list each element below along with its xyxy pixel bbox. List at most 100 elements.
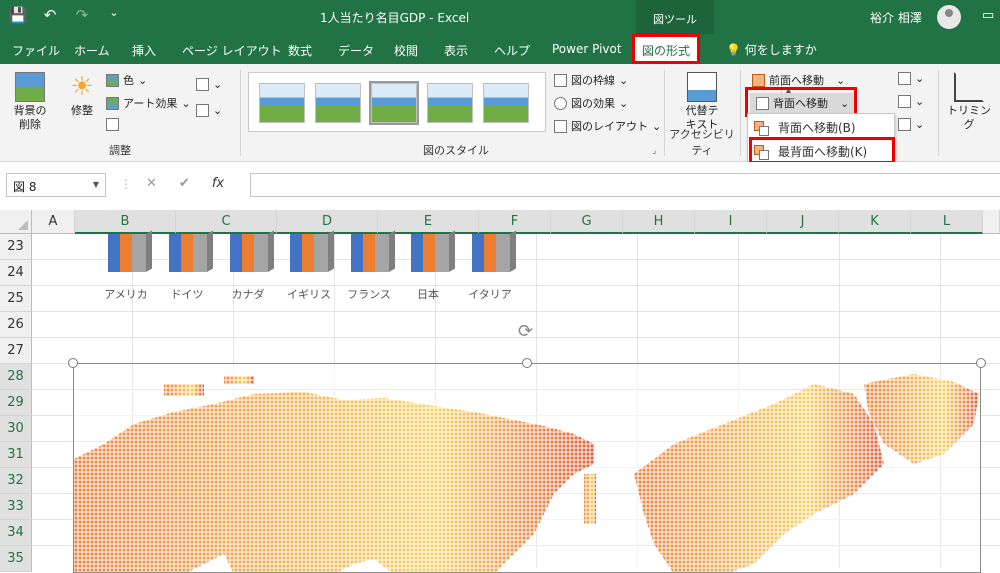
artistic-effects-button[interactable]: アート効果 ⌄ <box>106 95 191 111</box>
picture-effects-label: 図の効果 <box>571 97 615 110</box>
send-to-back-highlight <box>749 137 895 164</box>
user-name[interactable]: 裕介 相澤 <box>870 9 922 26</box>
column-header-j[interactable]: J <box>767 210 839 234</box>
group-button[interactable]: ⌄ <box>898 95 924 108</box>
tab-home[interactable]: ホーム <box>74 34 110 64</box>
undo-icon[interactable]: ↶ <box>40 6 60 24</box>
group-separator <box>740 70 741 156</box>
menu-item-send-backward-label: 背面へ移動(B) <box>778 121 856 135</box>
group-separator <box>240 70 241 156</box>
formula-bar: 図 8 ▼ ⋮ ✕ ✔ fx <box>0 162 1000 210</box>
row-header-28[interactable]: 28 <box>0 364 32 390</box>
insert-function-icon[interactable]: fx <box>212 176 224 191</box>
resize-handle-top-left[interactable] <box>68 358 78 368</box>
chart-bar-group <box>472 230 518 272</box>
formula-input[interactable] <box>250 173 1000 197</box>
ribbon-display-options-icon[interactable]: ▭ <box>982 8 994 23</box>
tab-picture-format[interactable]: 図の形式 <box>632 34 701 64</box>
resize-handle-top[interactable] <box>522 358 532 368</box>
color-button[interactable]: 色 ⌄ <box>106 72 147 88</box>
align-icon <box>898 72 911 85</box>
change-picture-button[interactable]: ⌄ <box>196 78 222 91</box>
picture-style-5[interactable] <box>483 83 529 123</box>
chart-bar-group <box>351 230 397 272</box>
avatar[interactable] <box>937 5 961 29</box>
document-title: 1人当たり名目GDP - Excel <box>320 11 470 25</box>
row-header-32[interactable]: 32 <box>0 468 32 494</box>
rotate-button[interactable]: ⌄ <box>898 118 924 131</box>
compress-pictures-button[interactable] <box>106 118 119 131</box>
bring-forward-button[interactable]: 前面へ移動 ⌄ <box>752 72 845 88</box>
tab-page-layout[interactable]: ページ レイアウト <box>182 34 282 64</box>
reset-picture-button[interactable]: ⌄ <box>196 104 222 117</box>
column-header-c[interactable]: C <box>176 210 277 234</box>
tab-formulas[interactable]: 数式 <box>288 34 312 64</box>
column-header-l[interactable]: L <box>911 210 983 234</box>
row-header-34[interactable]: 34 <box>0 520 32 546</box>
tab-view[interactable]: 表示 <box>444 34 468 64</box>
rotate-handle-icon[interactable]: ⟳ <box>518 321 533 342</box>
tab-review[interactable]: 校閲 <box>394 34 418 64</box>
name-box[interactable]: 図 8 ▼ <box>6 173 106 197</box>
row-header-33[interactable]: 33 <box>0 494 32 520</box>
row-header-23[interactable]: 23 <box>0 234 32 260</box>
row-header-27[interactable]: 27 <box>0 338 32 364</box>
picture-border-button[interactable]: 図の枠線 ⌄ <box>554 72 628 88</box>
remove-background-button[interactable]: 背景の 削除 <box>8 72 52 132</box>
row-header-24[interactable]: 24 <box>0 260 32 286</box>
picture-effects-button[interactable]: 図の効果 ⌄ <box>554 95 628 111</box>
tell-me-search[interactable]: 💡 何をしますか <box>726 41 817 58</box>
corrections-button[interactable]: ☀ 修整 <box>64 72 100 118</box>
row-header-29[interactable]: 29 <box>0 390 32 416</box>
picture-styles-gallery: ▲▼▾ <box>248 72 792 141</box>
picture-border-icon <box>554 73 567 87</box>
dialog-launcher-icon[interactable]: ⌟ <box>652 146 656 156</box>
enter-icon[interactable]: ✔ <box>179 176 190 191</box>
column-header-m[interactable] <box>983 210 1000 234</box>
cancel-icon[interactable]: ✕ <box>146 176 157 191</box>
row-header-25[interactable]: 25 <box>0 286 32 312</box>
menu-item-send-backward[interactable]: 背面へ移動(B) <box>754 119 856 136</box>
chevron-down-icon[interactable]: ▼ <box>93 180 99 189</box>
alt-text-button[interactable]: 代替テ キスト <box>676 72 728 132</box>
column-header-i[interactable]: I <box>695 210 767 234</box>
category-label: アメリカ <box>104 288 148 301</box>
column-header-b[interactable]: B <box>75 210 176 234</box>
ribbon-tabs: ファイル ホーム 挿入 ページ レイアウト 数式 データ 校閲 表示 ヘルプ P… <box>0 34 1000 64</box>
picture-layout-button[interactable]: 図のレイアウト ⌄ <box>554 118 661 134</box>
select-all-corner[interactable] <box>0 210 32 234</box>
column-header-k[interactable]: K <box>839 210 911 234</box>
tab-power-pivot[interactable]: Power Pivot <box>552 34 622 64</box>
group-label-styles: 図のスタイル <box>423 144 489 157</box>
selected-picture-world-map[interactable] <box>73 363 981 573</box>
picture-style-1[interactable] <box>259 83 305 123</box>
save-icon[interactable]: 💾 <box>8 6 28 24</box>
tab-file[interactable]: ファイル <box>12 34 60 64</box>
remove-background-label: 背景の 削除 <box>13 104 47 131</box>
resize-handle-top-right[interactable] <box>976 358 986 368</box>
crop-label: トリミング <box>947 104 991 131</box>
category-label: フランス <box>347 288 391 301</box>
column-header-d[interactable]: D <box>277 210 378 234</box>
crop-button[interactable]: トリミング <box>944 72 994 132</box>
row-header-26[interactable]: 26 <box>0 312 32 338</box>
align-button[interactable]: ⌄ <box>898 72 924 85</box>
formula-bar-grip-icon: ⋮ <box>120 177 132 191</box>
column-header-h[interactable]: H <box>623 210 695 234</box>
picture-style-3[interactable] <box>369 81 419 125</box>
column-header-a[interactable]: A <box>32 210 75 234</box>
row-header-30[interactable]: 30 <box>0 416 32 442</box>
picture-style-4[interactable] <box>427 83 473 123</box>
picture-layout-icon <box>554 119 567 133</box>
redo-icon[interactable]: ↷ <box>72 6 92 24</box>
row-header-35[interactable]: 35 <box>0 546 32 572</box>
tab-data[interactable]: データ <box>338 34 374 64</box>
column-header-g[interactable]: G <box>551 210 623 234</box>
sun-icon: ☀ <box>70 72 94 102</box>
artistic-effects-icon <box>106 96 119 110</box>
customize-qat-icon[interactable]: ⌄ <box>104 6 124 24</box>
tab-insert[interactable]: 挿入 <box>132 34 156 64</box>
tab-help[interactable]: ヘルプ <box>494 34 530 64</box>
picture-style-2[interactable] <box>315 83 361 123</box>
row-header-31[interactable]: 31 <box>0 442 32 468</box>
